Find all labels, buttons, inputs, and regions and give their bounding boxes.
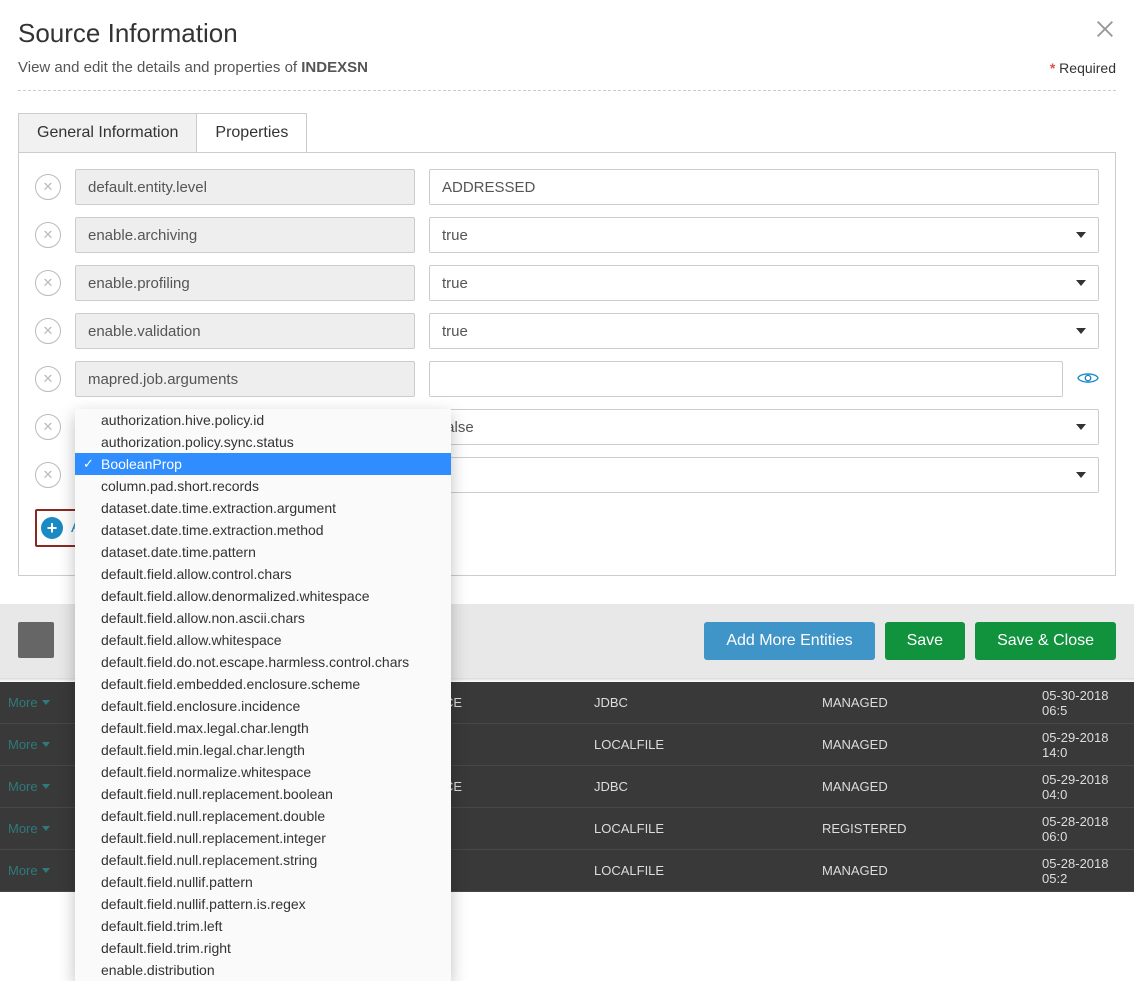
cell: MANAGED [822,863,1042,878]
delete-property-icon[interactable]: ✕ [35,318,61,344]
dropdown-option[interactable]: default.field.embedded.enclosure.scheme [75,673,451,695]
cell: 05-30-2018 06:5 [1042,688,1126,718]
property-value-select[interactable] [429,457,1099,493]
cell: LOCALFILE [594,821,822,836]
dropdown-option[interactable]: dataset.date.time.pattern [75,541,451,563]
page-subtitle: View and edit the details and properties… [18,59,1116,76]
property-key-input[interactable]: default.entity.level [75,169,415,205]
property-value-input[interactable]: ADDRESSED [429,169,1099,205]
dropdown-option[interactable]: default.field.null.replacement.string [75,849,451,871]
cell: LOCALFILE [594,737,822,752]
property-row: ✕ default.entity.level ADDRESSED [35,169,1099,205]
dropdown-option[interactable]: dataset.date.time.extraction.argument [75,497,451,519]
chevron-down-icon [1076,232,1086,238]
property-key-input[interactable]: enable.archiving [75,217,415,253]
dropdown-option[interactable]: dataset.date.time.extraction.method [75,519,451,541]
chevron-down-icon [1076,328,1086,334]
property-value-select[interactable]: true [429,313,1099,349]
cell: REGISTERED [822,821,1042,836]
add-more-entities-button[interactable]: Add More Entities [704,622,874,660]
dropdown-option[interactable]: default.field.allow.whitespace [75,629,451,651]
property-row: ✕ mapred.job.arguments [35,361,1099,397]
delete-property-icon[interactable]: ✕ [35,462,61,488]
page-title: Source Information [18,18,1116,49]
dropdown-option[interactable]: enable.distribution [75,959,451,981]
required-note: * Required [1050,60,1116,76]
eye-icon[interactable] [1077,369,1099,390]
dropdown-option[interactable]: BooleanProp [75,453,451,475]
property-value-select[interactable]: true [429,217,1099,253]
chevron-down-icon [42,826,50,831]
dropdown-option[interactable]: default.field.allow.control.chars [75,563,451,585]
save-close-button[interactable]: Save & Close [975,622,1116,660]
property-value-select[interactable]: true [429,265,1099,301]
dropdown-option[interactable]: default.field.trim.right [75,937,451,959]
delete-property-icon[interactable]: ✕ [35,270,61,296]
property-value-select[interactable]: false [429,409,1099,445]
more-dropdown[interactable]: More [8,695,64,710]
dropdown-option[interactable]: column.pad.short.records [75,475,451,497]
property-row: ✕ enable.validation true [35,313,1099,349]
dropdown-option[interactable]: default.field.normalize.whitespace [75,761,451,783]
more-dropdown[interactable]: More [8,737,64,752]
dropdown-option[interactable]: default.field.nullif.pattern.is.regex [75,893,451,915]
more-dropdown[interactable]: More [8,821,64,836]
cell: MANAGED [822,695,1042,710]
delete-property-icon[interactable]: ✕ [35,366,61,392]
chevron-down-icon [1076,472,1086,478]
property-value-input[interactable] [429,361,1063,397]
tabs: General Information Properties [18,113,1116,153]
dropdown-option[interactable]: authorization.policy.sync.status [75,431,451,453]
dropdown-option[interactable]: default.field.enclosure.incidence [75,695,451,717]
property-key-input[interactable]: mapred.job.arguments [75,361,415,397]
plus-icon: + [41,517,63,539]
dropdown-option[interactable]: default.field.null.replacement.double [75,805,451,827]
close-icon[interactable] [1094,18,1116,43]
cell: MANAGED [822,779,1042,794]
dropdown-option[interactable]: default.field.null.replacement.boolean [75,783,451,805]
dropdown-option[interactable]: default.field.min.legal.char.length [75,739,451,761]
more-dropdown[interactable]: More [8,863,64,878]
cell: MANAGED [822,737,1042,752]
dropdown-option[interactable]: default.field.allow.non.ascii.chars [75,607,451,629]
dropdown-option[interactable]: default.field.max.legal.char.length [75,717,451,739]
chevron-down-icon [42,700,50,705]
delete-property-icon[interactable]: ✕ [35,222,61,248]
property-row: ✕ enable.profiling true [35,265,1099,301]
more-dropdown[interactable]: More [8,779,64,794]
property-row: ✕ enable.archiving true [35,217,1099,253]
cell: CE [444,695,594,710]
chevron-down-icon [42,742,50,747]
chevron-down-icon [1076,280,1086,286]
chevron-down-icon [42,784,50,789]
dropdown-option[interactable]: default.field.allow.denormalized.whitesp… [75,585,451,607]
cell: CE [444,779,594,794]
dropdown-option[interactable]: default.field.trim.left [75,915,451,937]
chevron-down-icon [42,868,50,873]
cell: 05-28-2018 05:2 [1042,856,1126,886]
property-key-dropdown[interactable]: authorization.hive.policy.idauthorizatio… [75,409,451,981]
save-button[interactable]: Save [885,622,965,660]
dropdown-option[interactable]: default.field.null.replacement.integer [75,827,451,849]
property-key-input[interactable]: enable.profiling [75,265,415,301]
delete-property-icon[interactable]: ✕ [35,174,61,200]
properties-panel: ✕ default.entity.level ADDRESSED ✕ enabl… [18,152,1116,576]
property-key-input[interactable]: enable.validation [75,313,415,349]
cell: 05-28-2018 06:0 [1042,814,1126,844]
cell: 05-29-2018 04:0 [1042,772,1126,802]
footer-left-button[interactable] [18,622,54,658]
dropdown-option[interactable]: default.field.do.not.escape.harmless.con… [75,651,451,673]
tab-properties[interactable]: Properties [197,113,307,153]
delete-property-icon[interactable]: ✕ [35,414,61,440]
cell: LOCALFILE [594,863,822,878]
cell: 05-29-2018 14:0 [1042,730,1126,760]
dropdown-option[interactable]: default.field.nullif.pattern [75,871,451,893]
cell: JDBC [594,779,822,794]
tab-general-information[interactable]: General Information [18,113,197,153]
cell: JDBC [594,695,822,710]
chevron-down-icon [1076,424,1086,430]
dropdown-option[interactable]: authorization.hive.policy.id [75,409,451,431]
